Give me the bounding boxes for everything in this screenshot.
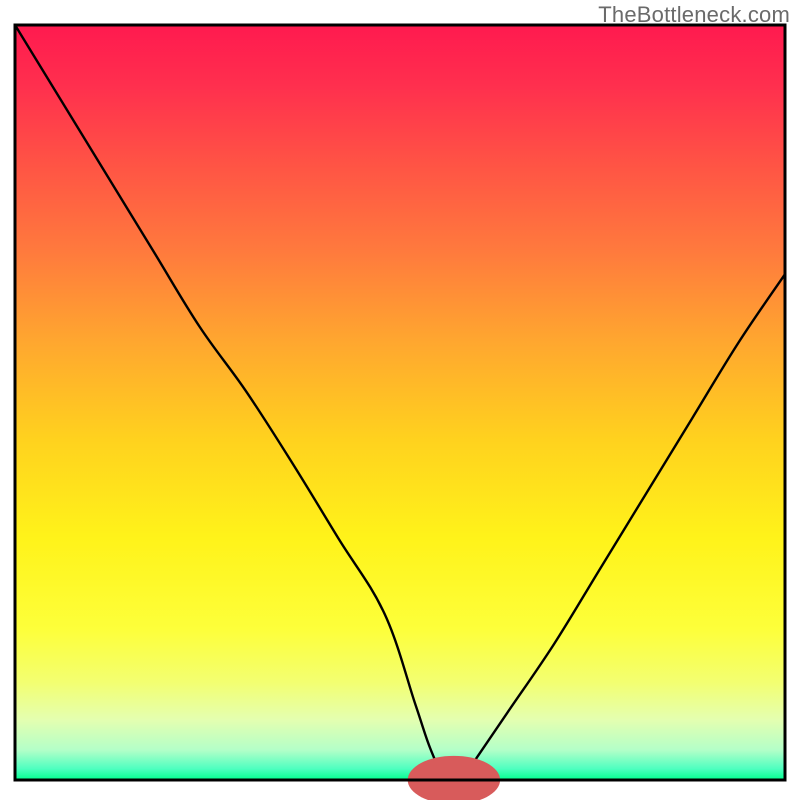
watermark-text: TheBottleneck.com <box>598 2 790 28</box>
chart-container: TheBottleneck.com <box>0 0 800 800</box>
bottleneck-chart <box>0 0 800 800</box>
plot-background <box>15 25 785 780</box>
